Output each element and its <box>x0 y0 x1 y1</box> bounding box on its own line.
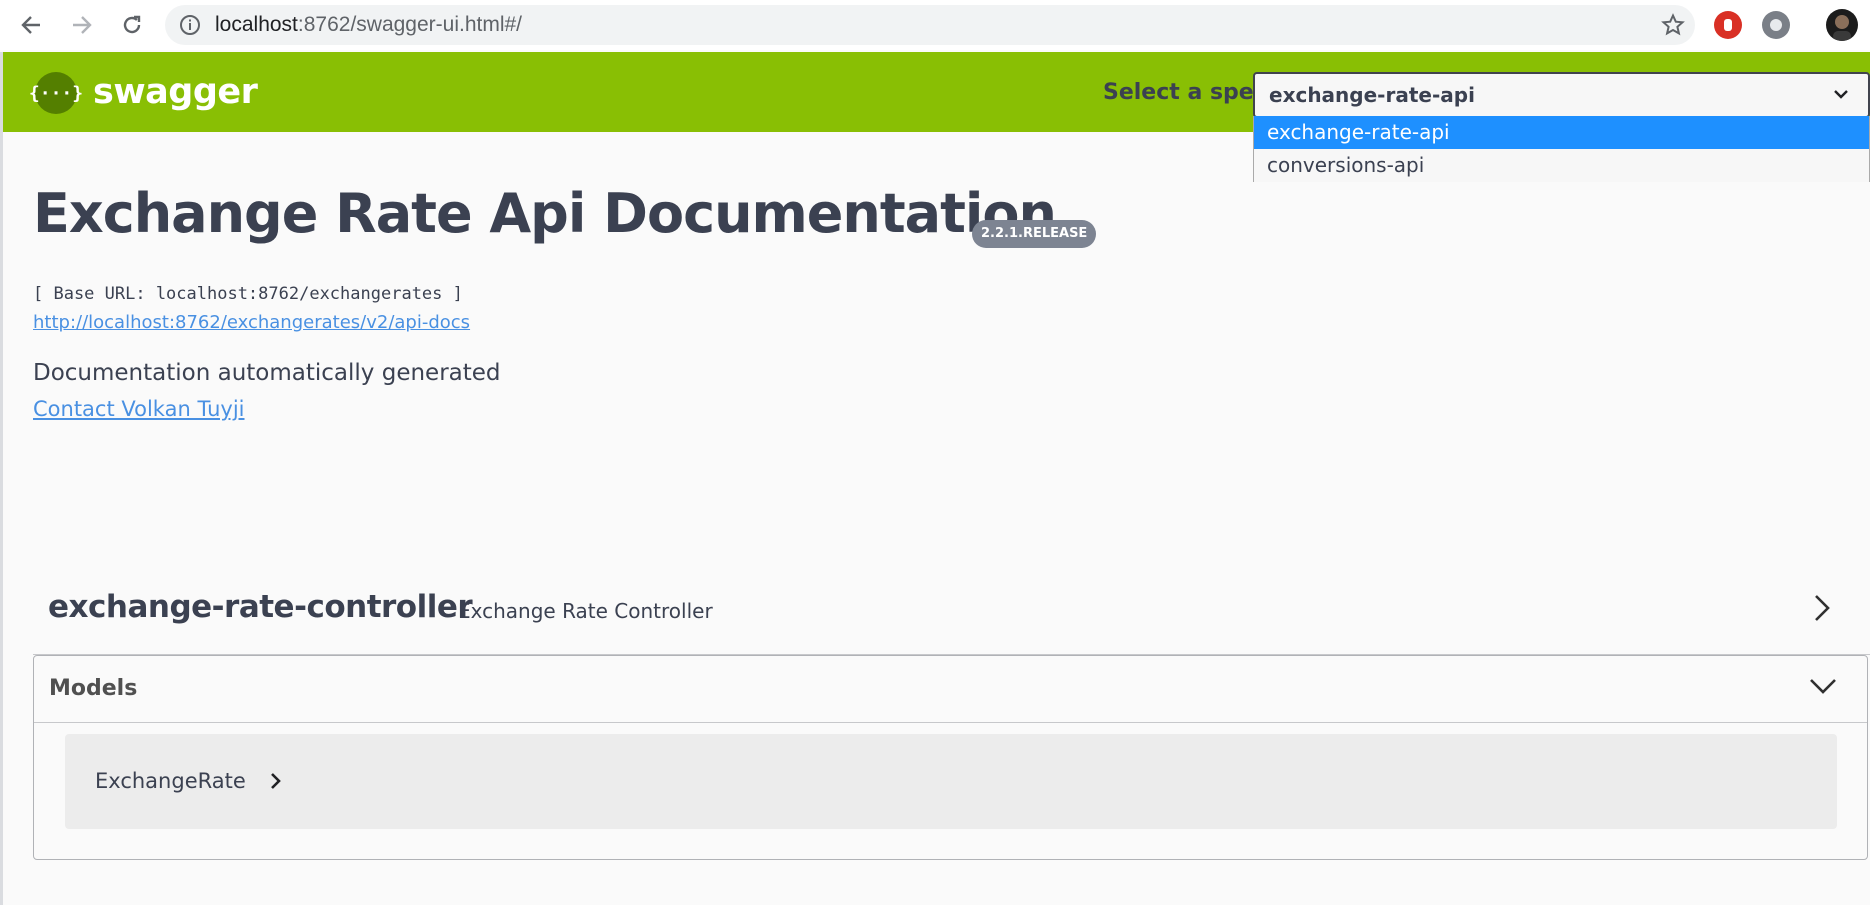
url-path: :8762/swagger-ui.html#/ <box>297 13 523 36</box>
forward-button[interactable] <box>67 10 97 40</box>
models-section: Models ExchangeRate <box>33 655 1868 860</box>
api-description: Documentation automatically generated <box>33 360 501 386</box>
base-url: [ Base URL: localhost:8762/exchangerates… <box>33 284 463 304</box>
profile-avatar[interactable] <box>1826 9 1858 41</box>
contact-link[interactable]: Contact Volkan Tuyji <box>33 397 245 421</box>
swagger-logo-icon: {···} <box>29 72 83 114</box>
api-docs-link[interactable]: http://localhost:8762/exchangerates/v2/a… <box>33 312 470 333</box>
address-bar[interactable]: localhost:8762/swagger-ui.html#/ <box>165 5 1695 45</box>
chevron-down-icon[interactable] <box>1809 676 1837 701</box>
spec-dropdown-list: exchange-rate-api conversions-api <box>1253 116 1870 182</box>
adblock-extension-icon[interactable] <box>1714 11 1742 39</box>
spec-select-value: exchange-rate-api <box>1269 83 1475 107</box>
browser-toolbar: localhost:8762/swagger-ui.html#/ <box>0 0 1870 50</box>
controller-tag-header[interactable]: exchange-rate-controller Exchange Rate C… <box>33 555 1870 655</box>
arrow-right-icon <box>73 16 92 34</box>
chevron-right-icon[interactable] <box>270 772 282 795</box>
model-item[interactable]: ExchangeRate <box>65 734 1837 829</box>
url-host: localhost <box>215 13 298 36</box>
url-text: localhost:8762/swagger-ui.html#/ <box>215 5 522 45</box>
tag-description: Exchange Rate Controller <box>458 599 713 623</box>
chevron-right-icon[interactable] <box>1812 593 1832 628</box>
swagger-page: {···} swagger Select a spec exchange-rat… <box>3 52 1870 905</box>
spec-option-conversions-api[interactable]: conversions-api <box>1254 149 1869 182</box>
bookmark-star-icon[interactable] <box>1661 13 1685 42</box>
arrow-left-icon <box>21 16 40 34</box>
reload-button[interactable] <box>117 10 147 40</box>
chevron-down-icon <box>1832 85 1850 108</box>
models-header[interactable]: Models <box>34 656 1867 723</box>
spec-select[interactable]: exchange-rate-api <box>1253 72 1870 118</box>
version-badge: 2.2.1.RELEASE <box>972 220 1097 248</box>
extension-icon[interactable] <box>1762 11 1790 39</box>
models-title: Models <box>49 676 138 701</box>
tag-name: exchange-rate-controller <box>48 589 473 625</box>
page-title: Exchange Rate Api Documentation <box>33 182 1057 245</box>
select-spec-label: Select a spec <box>1103 80 1267 105</box>
info-icon[interactable] <box>179 14 201 41</box>
swagger-logo-text[interactable]: swagger <box>93 72 258 112</box>
model-name: ExchangeRate <box>95 769 246 793</box>
spec-option-exchange-rate-api[interactable]: exchange-rate-api <box>1254 116 1869 149</box>
reload-icon <box>123 15 141 34</box>
back-button[interactable] <box>16 10 46 40</box>
